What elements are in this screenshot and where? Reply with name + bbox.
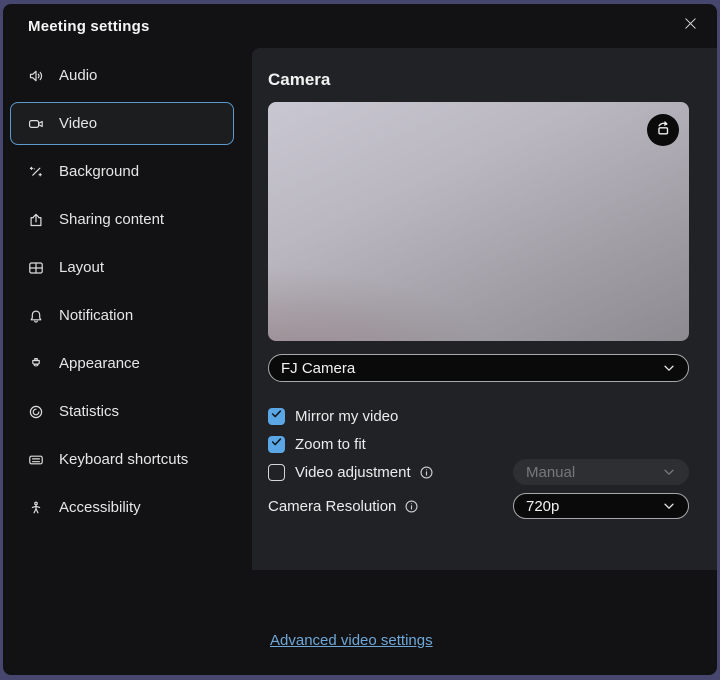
dialog-header: Meeting settings [3,4,717,48]
share-up-icon [28,212,44,228]
sidebar-item-label: Audio [59,67,97,84]
info-icon[interactable] [419,465,434,480]
accessibility-icon [28,500,44,516]
video-camera-icon [28,116,44,132]
speaker-icon [28,68,44,84]
camera-device-value: FJ Camera [281,360,355,377]
paintbrush-icon [28,356,44,372]
camera-section-heading: Camera [268,70,689,90]
sidebar-item-video[interactable]: Video [10,102,234,145]
meeting-settings-dialog: Meeting settings Audio [3,4,717,675]
pie-chart-icon [28,404,44,420]
camera-preview [268,102,689,341]
dialog-title: Meeting settings [28,18,150,35]
video-adjustment-label: Video adjustment [295,464,411,481]
checkmark-icon [270,435,283,453]
sidebar-item-layout[interactable]: Layout [10,246,234,289]
video-adjustment-checkbox[interactable] [268,464,285,481]
mirror-video-row: Mirror my video [268,402,689,430]
camera-options: Mirror my video Zoom to fit [268,402,689,520]
camera-device-select[interactable]: FJ Camera [268,354,689,382]
sidebar-item-label: Sharing content [59,211,164,228]
sidebar-item-statistics[interactable]: Statistics [10,390,234,433]
video-adjustment-mode-value: Manual [526,464,575,481]
zoom-to-fit-row: Zoom to fit [268,430,689,458]
video-adjustment-row: Video adjustment Manual [268,458,689,486]
settings-sidebar: Audio Video [3,48,252,675]
sidebar-item-keyboard-shortcuts[interactable]: Keyboard shortcuts [10,438,234,481]
checkmark-icon [270,407,283,425]
sidebar-item-accessibility[interactable]: Accessibility [10,486,234,529]
chevron-down-icon [662,361,676,375]
sidebar-item-appearance[interactable]: Appearance [10,342,234,385]
advanced-video-settings-link[interactable]: Advanced video settings [270,632,433,649]
bell-icon [28,308,44,324]
camera-resolution-select[interactable]: 720p [513,493,689,519]
sidebar-item-notification[interactable]: Notification [10,294,234,337]
mirror-video-label: Mirror my video [295,408,398,425]
sidebar-item-label: Statistics [59,403,119,420]
info-icon[interactable] [404,499,419,514]
advanced-settings-zone: Advanced video settings [252,570,717,650]
zoom-to-fit-checkbox[interactable] [268,436,285,453]
desktop-backdrop: { "window": { "title": "Meeting settings… [0,0,720,680]
camera-section-card: Camera FJ Camera [252,48,717,570]
video-settings-panel: Camera FJ Camera [252,48,717,675]
flip-camera-icon [654,119,672,142]
sidebar-item-label: Keyboard shortcuts [59,451,188,468]
grid-layout-icon [28,260,44,276]
sidebar-item-label: Notification [59,307,133,324]
sidebar-item-sharing-content[interactable]: Sharing content [10,198,234,241]
magic-wand-icon [28,164,44,180]
close-button[interactable] [677,13,703,39]
video-adjustment-mode-select: Manual [513,459,689,485]
close-icon [683,16,698,36]
zoom-to-fit-label: Zoom to fit [295,436,366,453]
sidebar-item-label: Layout [59,259,104,276]
sidebar-item-background[interactable]: Background [10,150,234,193]
camera-resolution-value: 720p [526,498,559,515]
chevron-down-icon [662,499,676,513]
sidebar-item-label: Video [59,115,97,132]
sidebar-item-label: Background [59,163,139,180]
camera-resolution-row: Camera Resolution 720p [268,492,689,520]
chevron-down-icon [662,465,676,479]
flip-camera-button[interactable] [647,114,679,146]
mirror-video-checkbox[interactable] [268,408,285,425]
dialog-body: Audio Video [3,48,717,675]
sidebar-item-audio[interactable]: Audio [10,54,234,97]
sidebar-item-label: Appearance [59,355,140,372]
keyboard-icon [28,452,44,468]
sidebar-item-label: Accessibility [59,499,141,516]
camera-resolution-label: Camera Resolution [268,498,396,515]
